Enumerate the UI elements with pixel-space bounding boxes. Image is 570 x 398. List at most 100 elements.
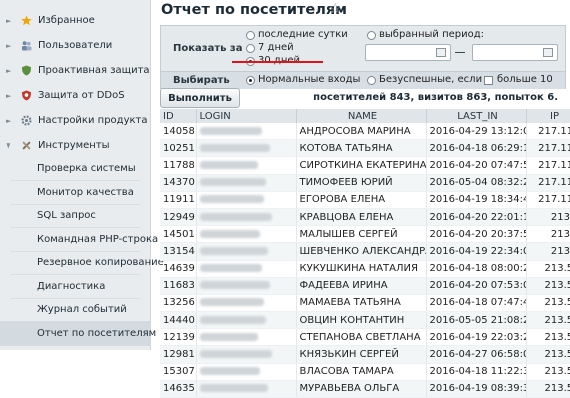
redacted-login — [199, 143, 270, 152]
column-header-name[interactable]: NAME — [296, 109, 427, 123]
option-label: последние сутки — [258, 29, 348, 40]
cell-last-in: 2016-04-20 22:01:15 — [426, 208, 527, 227]
cell-name: АНДРОСОВА МАРИНА — [296, 123, 427, 141]
cell-last-in: 2016-04-29 13:12:01 — [426, 123, 527, 141]
table-row[interactable]: 12981 КНЯЗЬКИН СЕРГЕЙ 2016-04-27 06:58:04 2… — [160, 345, 570, 364]
sidebar-subitem-quality-monitor[interactable]: Монитор качества — [0, 180, 150, 205]
calendar-icon[interactable] — [543, 48, 553, 57]
cell-name: ВЛАСОВА ТАМАРА — [296, 363, 427, 381]
cell-name: КНЯЗЬКИН СЕРГЕЙ — [296, 345, 427, 364]
cell-id: 13256 — [160, 294, 197, 313]
ddos-shield-icon — [21, 90, 32, 101]
cell-login — [196, 328, 297, 347]
sidebar-subitem-php-console[interactable]: Командная PHP-строка — [0, 227, 158, 252]
cell-login — [196, 191, 297, 209]
cell-login — [196, 225, 297, 244]
column-header-id[interactable]: ID — [160, 109, 197, 123]
radio-last-day[interactable] — [246, 31, 255, 40]
sidebar-item-favorites[interactable]: ► Избранное — [0, 8, 150, 33]
cell-login — [196, 363, 297, 381]
sidebar-subitem-backup[interactable]: Резервное копирование — [0, 250, 164, 275]
table-row[interactable]: 14501 МАЛЫШЕВ СЕРГЕЙ 2016-04-20 20:37:59 21… — [160, 225, 570, 244]
cell-id: 11788 — [160, 156, 197, 175]
radio-failed-entries[interactable] — [367, 76, 376, 85]
radio-custom-period[interactable] — [367, 31, 376, 40]
run-button[interactable]: Выполнить — [160, 88, 240, 108]
cell-id: 11911 — [160, 191, 197, 209]
sidebar-item-users[interactable]: ► Пользователи — [0, 33, 150, 58]
visitors-table: ID LOGIN NAME LAST_IN IP 14058 АНДРОСОВА … — [160, 109, 570, 398]
redacted-login — [199, 264, 262, 273]
radio-normal-entries[interactable] — [246, 76, 255, 85]
redacted-login — [199, 212, 272, 221]
sidebar-item-proactive[interactable]: ► Проактивная защита — [0, 58, 150, 83]
expand-arrow-icon[interactable]: ► — [6, 92, 11, 100]
expand-arrow-icon[interactable]: ► — [6, 42, 11, 50]
sidebar-subitem-system-check[interactable]: Проверка системы — [0, 156, 150, 181]
calendar-icon[interactable] — [436, 48, 446, 57]
date-to-input[interactable] — [472, 44, 558, 61]
cell-name: МАМАЕВА ТАТЬЯНА — [296, 294, 427, 313]
table-row[interactable]: 15307 ВЛАСОВА ТАМАРА 2016-04-18 11:22:37 21… — [160, 363, 570, 381]
sidebar-subitem-label: Проверка системы — [37, 163, 136, 174]
table-row[interactable]: 14058 АНДРОСОВА МАРИНА 2016-04-29 13:12:01… — [160, 123, 570, 141]
expand-arrow-icon[interactable]: ► — [6, 117, 11, 125]
sidebar-subitem-label: Резервное копирование — [37, 257, 164, 268]
cell-login — [196, 311, 297, 330]
table-row[interactable]: 14370 ТИМОФЕЕВ ЮРИЙ 2016-05-04 08:32:27 217… — [160, 174, 570, 192]
redacted-login — [199, 246, 268, 255]
expand-arrow-icon[interactable]: ► — [6, 67, 11, 75]
cell-id: 14440 — [160, 311, 197, 330]
column-header-login[interactable]: LOGIN — [196, 109, 297, 123]
sidebar-subitem-diagnostics[interactable]: Диагностика — [0, 274, 150, 299]
expand-arrow-icon[interactable]: ► — [6, 17, 11, 25]
collapse-arrow-icon[interactable]: ► — [5, 143, 13, 148]
sidebar-item-label: Пользователи — [38, 40, 113, 51]
cell-name: ШЕВЧЕНКО АЛЕКСАНДРА — [296, 242, 427, 261]
table-row[interactable]: 14635 МУРАВЬЕВА ОЛЬГА 2016-04-19 08:39:31 2… — [160, 380, 570, 398]
more-than-checkbox[interactable] — [484, 76, 493, 85]
table-row[interactable]: 13154 ШЕВЧЕНКО АЛЕКСАНДРА 2016-04-19 22:34… — [160, 242, 570, 261]
cell-last-in: 2016-04-20 20:37:59 — [426, 225, 527, 244]
table-row[interactable]: 14639 КУКУШКИНА НАТАЛИЯ 2016-04-18 08:00:2… — [160, 260, 570, 278]
sidebar-item-ddos[interactable]: ► Защита от DDoS — [0, 83, 150, 108]
more-than-label: больше 10 — [497, 74, 553, 85]
table-row[interactable]: 11788 СИРОТКИНА ЕКАТЕРИНА 2016-04-20 07:47… — [160, 156, 570, 175]
cell-last-in: 2016-04-27 06:58:04 — [426, 345, 527, 364]
sidebar-subitem-label: Отчет по посетителям — [37, 328, 157, 339]
table-row[interactable]: 12139 СТЕПАНОВА СВЕТЛАНА 2016-04-19 22:03:… — [160, 328, 570, 347]
cell-name: МАЛЫШЕВ СЕРГЕЙ — [296, 225, 427, 244]
sidebar-subitem-event-log[interactable]: Журнал событий — [0, 297, 150, 322]
cell-login — [196, 277, 297, 295]
cell-id: 14058 — [160, 123, 197, 141]
sidebar-item-tools[interactable]: ► Инструменты — [0, 133, 150, 158]
redacted-login — [199, 315, 266, 324]
sidebar-subitem-visitor-report[interactable]: Отчет по посетителям — [0, 321, 156, 346]
sidebar-item-label: Настройки продукта — [38, 115, 148, 126]
main-content: Отчет по посетителям ☆ Показать за после… — [151, 0, 570, 398]
favorite-star-icon[interactable]: ☆ — [329, 1, 342, 17]
sidebar-item-settings[interactable]: ► Настройки продукта — [0, 108, 150, 133]
cell-login — [196, 208, 297, 227]
range-dash — [455, 52, 465, 53]
cell-last-in: 2016-04-18 06:29:13 — [426, 139, 527, 158]
redacted-login — [199, 298, 264, 307]
sidebar-subitem-sql-query[interactable]: SQL запрос — [0, 203, 150, 228]
sidebar-item-label: Инструменты — [38, 140, 110, 151]
table-row[interactable]: 10251 КОТОВА ТАТЬЯНА 2016-04-18 06:29:13 21… — [160, 139, 570, 158]
redacted-login — [199, 178, 266, 187]
table-row[interactable]: 14440 ОВЦИН КОНТАНТИН 2016-05-05 21:08:25 2… — [160, 311, 570, 330]
table-row[interactable]: 12949 КРАВЦОВА ЕЛЕНА 2016-04-20 22:01:15 21… — [160, 208, 570, 227]
date-from-input[interactable] — [365, 44, 451, 61]
cell-login — [196, 260, 297, 278]
column-header-ip[interactable]: IP — [526, 109, 570, 123]
cell-ip: 213.59 — [526, 260, 570, 278]
cell-id: 12139 — [160, 328, 197, 347]
table-row[interactable]: 11683 ФАДЕЕВА ИРИНА 2016-04-20 07:53:06 213… — [160, 277, 570, 295]
cell-ip: 213.59 — [526, 345, 570, 364]
cell-ip: 213.59 — [526, 363, 570, 381]
table-row[interactable]: 13256 МАМАЕВА ТАТЬЯНА 2016-04-18 07:47:42 2… — [160, 294, 570, 313]
radio-7-days[interactable] — [246, 44, 255, 53]
table-row[interactable]: 11911 ЕГОРОВА ЕЛЕНА 2016-04-19 18:34:40 217… — [160, 191, 570, 209]
column-header-last-in[interactable]: LAST_IN — [426, 109, 527, 123]
